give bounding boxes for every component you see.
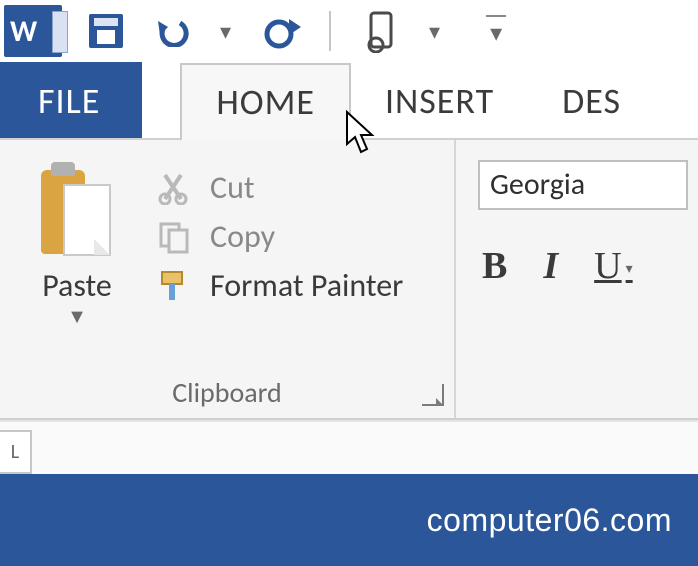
touch-mode-icon xyxy=(361,9,401,53)
format-painter-icon xyxy=(154,268,194,304)
tab-file-label: FILE xyxy=(38,79,100,123)
cut-icon xyxy=(154,170,194,206)
tab-home-label: HOME xyxy=(216,80,315,124)
font-name-input[interactable]: Georgia xyxy=(478,160,688,210)
group-font: Georgia B I U▾ xyxy=(456,140,688,418)
redo-icon xyxy=(261,17,297,45)
cut-button[interactable]: Cut xyxy=(154,168,444,207)
tab-insert-label: INSERT xyxy=(385,79,494,123)
paste-label: Paste xyxy=(42,266,112,305)
group-clipboard: Paste ▼ Cut Copy Format Painter xyxy=(0,140,456,418)
copy-button[interactable]: Copy xyxy=(154,217,444,256)
save-button[interactable] xyxy=(84,9,128,53)
redo-button[interactable] xyxy=(257,9,301,53)
format-painter-label: Format Painter xyxy=(210,266,403,305)
italic-button[interactable]: I xyxy=(543,244,558,288)
undo-button[interactable] xyxy=(150,9,194,53)
tab-insert[interactable]: INSERT xyxy=(351,62,528,140)
touch-dropdown-icon[interactable]: ▾ xyxy=(425,18,444,45)
undo-icon xyxy=(154,17,190,45)
ribbon-home: Paste ▼ Cut Copy Format Painter xyxy=(0,140,698,420)
underline-label: U xyxy=(594,245,621,287)
tab-home[interactable]: HOME xyxy=(180,63,351,141)
ribbon-tabs: FILE HOME INSERT DES xyxy=(0,62,698,140)
touch-mode-button[interactable] xyxy=(359,9,403,53)
copy-icon xyxy=(154,219,194,255)
save-icon xyxy=(89,14,123,48)
tab-design[interactable]: DES xyxy=(528,62,655,140)
app-word-letter: W xyxy=(10,13,37,50)
cut-label: Cut xyxy=(210,168,255,207)
font-name-value: Georgia xyxy=(490,166,585,203)
quick-access-toolbar: W ▾ ▾ ▾ xyxy=(0,0,698,62)
format-painter-button[interactable]: Format Painter xyxy=(154,266,444,305)
group-clipboard-label: Clipboard xyxy=(0,375,454,410)
app-word-icon: W xyxy=(4,5,62,57)
paste-icon xyxy=(37,162,117,262)
tab-spacer xyxy=(142,62,180,140)
watermark-text: computer06.com xyxy=(427,502,672,539)
underline-dropdown-icon[interactable]: ▾ xyxy=(626,262,633,277)
tab-file[interactable]: FILE xyxy=(0,62,142,140)
nav-tab-label: L xyxy=(11,440,19,464)
nav-tab-left[interactable]: L xyxy=(0,430,32,474)
document-area xyxy=(0,420,698,474)
qat-customize-icon[interactable]: ▾ xyxy=(486,15,506,48)
undo-dropdown-icon[interactable]: ▾ xyxy=(216,18,235,45)
tab-design-label: DES xyxy=(562,79,621,123)
paste-dropdown-icon[interactable]: ▼ xyxy=(67,305,87,329)
clipboard-dialog-launcher-icon[interactable] xyxy=(422,384,444,406)
bold-button[interactable]: B xyxy=(482,244,507,288)
qat-separator xyxy=(329,11,331,51)
copy-label: Copy xyxy=(210,217,275,256)
underline-button[interactable]: U▾ xyxy=(594,244,632,288)
status-bar: computer06.com xyxy=(0,474,698,566)
